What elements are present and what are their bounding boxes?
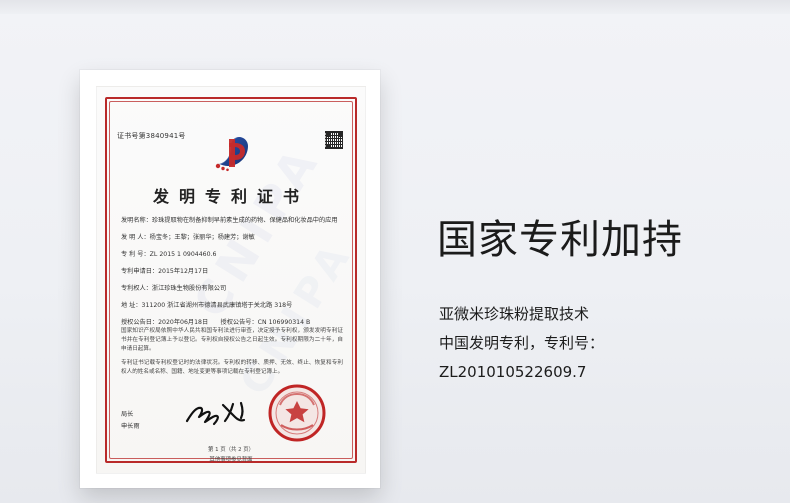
right-text-line-3: ZL201010522609.7: [439, 363, 587, 381]
right-text-block: 亚微米珍珠粉提取技术 中国发明专利，专利号： ZL201010522609.7: [439, 300, 604, 387]
headline: 国家专利加持: [437, 217, 683, 263]
certificate-paragraph-1: 国家知识产权局依照中华人民共和国专利法进行审查，决定授予专利权，颁发发明专利证书…: [121, 328, 343, 352]
signature-label-title: 局长: [121, 411, 134, 418]
signature-label-name: 申长雨: [121, 423, 140, 430]
certificate-field-4: 专利申请日：2015年12月17日: [121, 268, 209, 275]
certificate-title: 发明专利证书: [152, 187, 309, 206]
certificate-paragraphs: 国家知识产权局依照中华人民共和国专利法进行审查，决定授予专利权，颁发发明专利证书…: [121, 327, 343, 377]
top-band: [0, 0, 790, 14]
certificate-body: 发明名称：珍珠提取物在制备抑制早前素生成的药物、保健品和化妆品中的应用 发 明 …: [121, 215, 343, 328]
certificate-field-5: 专利权人：浙江珍珠生物股份有限公司: [121, 285, 227, 292]
certificate-field-3: 专 利 号：ZL 2015 1 0904460.6: [121, 251, 217, 258]
certificate-field-6: 地 址：311200 浙江省湖州市德清县武康镇塔于关北路 318号: [121, 302, 293, 309]
certificate-field-2: 发 明 人：杨宝冬；王黎；张丽华；杨建芳；谢敏: [121, 234, 255, 241]
right-text-line-1: 亚微米珍珠粉提取技术: [439, 305, 590, 323]
certificate-paragraph-2: 专利证书记载专利权登记时的法律状况。专利权的转移、质押、无效、终止、恢复和专利权…: [121, 360, 343, 375]
certificate-footer: 第 1 页（共 2 页） 其他事项参见背面: [97, 445, 365, 465]
qr-code-icon: [325, 131, 343, 149]
handwritten-signature-icon: [185, 401, 246, 426]
certificate-footer-page: 第 1 页（共 2 页）: [207, 447, 255, 453]
certificate-footer-note: 其他事项参见背面: [209, 457, 253, 463]
certificate-frame: CNIPA CNIPA 证书号第3840941号 发明专利证书 发明名称：珍珠提…: [80, 70, 380, 488]
certificate-field-1: 发明名称：珍珠提取物在制备抑制早前素生成的药物、保健品和化妆品中的应用: [121, 217, 338, 224]
signature-labels: 局长 申长雨: [121, 409, 140, 433]
certificate-number: 证书号第3840941号: [117, 132, 186, 140]
certificate-paper: CNIPA CNIPA 证书号第3840941号 发明专利证书 发明名称：珍珠提…: [96, 86, 366, 474]
official-seal-icon: [268, 384, 326, 442]
patent-emblem-icon: [215, 136, 248, 172]
right-text-line-2: 中国发明专利，专利号：: [439, 334, 605, 352]
